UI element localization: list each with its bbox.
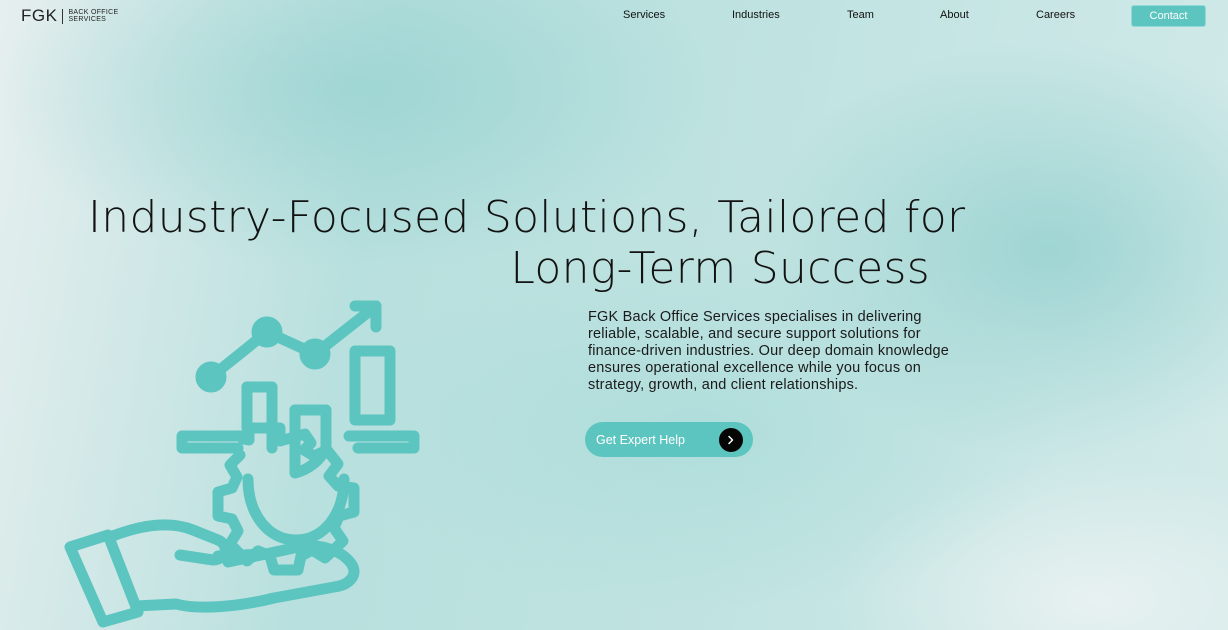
logo-subtitle-line2: SERVICES xyxy=(68,16,107,23)
hero-headline-line2: Long-Term Success xyxy=(510,243,930,294)
logo-mark: FGK xyxy=(21,6,58,25)
logo-divider xyxy=(62,8,64,24)
hero-headline: Industry-Focused Solutions, Tailored for… xyxy=(88,192,966,294)
get-expert-help-button[interactable]: Get Expert Help xyxy=(585,422,753,457)
nav-services[interactable]: Services xyxy=(623,9,665,21)
hero-description: FGK Back Office Services specialises in … xyxy=(588,309,950,393)
nav-industries[interactable]: Industries xyxy=(732,9,780,21)
logo[interactable]: FGK BACK OFFICE SERVICES xyxy=(21,7,130,25)
cta-label: Get Expert Help xyxy=(596,432,685,447)
nav-team[interactable]: Team xyxy=(847,9,874,21)
hero-headline-line1: Industry-Focused Solutions, Tailored for xyxy=(88,192,966,243)
hand-gear-growth-chart-icon xyxy=(64,300,420,628)
contact-button[interactable]: Contact xyxy=(1131,5,1206,27)
logo-subtitle-line1: BACK OFFICE xyxy=(68,8,119,16)
nav-careers[interactable]: Careers xyxy=(1036,9,1075,21)
site-header: FGK BACK OFFICE SERVICES Services Indust… xyxy=(0,0,1228,34)
nav-about[interactable]: About xyxy=(940,9,969,21)
logo-subtitle: BACK OFFICE SERVICES xyxy=(68,9,130,24)
chevron-right-icon xyxy=(719,427,743,452)
